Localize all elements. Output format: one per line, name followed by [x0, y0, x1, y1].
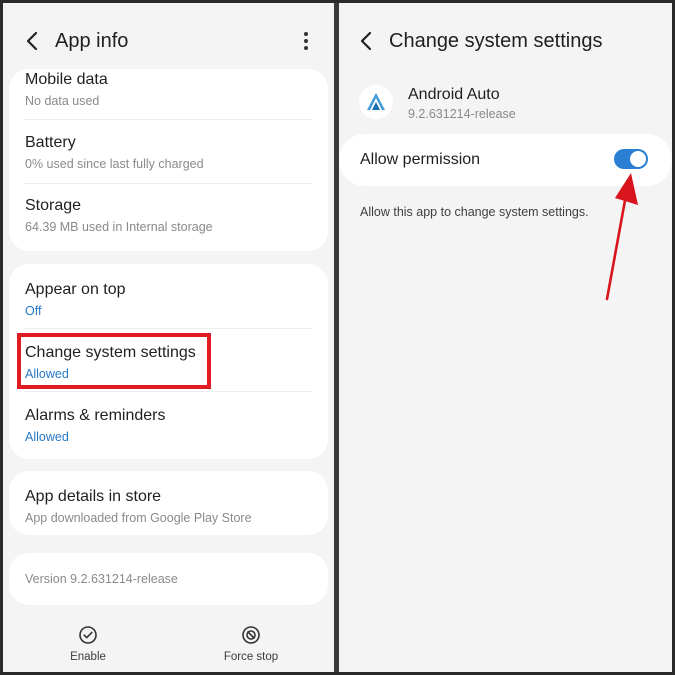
check-circle-icon — [79, 626, 97, 644]
item-subtitle: 0% used since last fully charged — [25, 157, 204, 171]
android-auto-icon — [359, 85, 393, 119]
version-text: Version 9.2.631214-release — [25, 572, 178, 586]
separator — [25, 391, 312, 392]
separator — [25, 183, 312, 184]
item-title: Battery — [25, 134, 76, 151]
force-stop-button[interactable]: Force stop — [196, 625, 306, 663]
list-item-app-details-in-store[interactable]: App details in store App downloaded from… — [25, 487, 312, 526]
item-status: Allowed — [25, 367, 69, 381]
more-vertical-icon — [304, 32, 308, 50]
app-version: 9.2.631214-release — [408, 107, 516, 121]
enable-button[interactable]: Enable — [33, 625, 143, 663]
back-arrow-icon — [26, 31, 38, 51]
list-item-mobile-data[interactable]: Mobile data No data used — [25, 70, 312, 109]
allow-permission-label: Allow permission — [360, 151, 481, 168]
enable-label: Enable — [70, 651, 106, 663]
list-item-storage[interactable]: Storage 64.39 MB used in Internal storag… — [25, 196, 312, 235]
item-title: Mobile data — [25, 71, 108, 88]
force-stop-label: Force stop — [223, 651, 279, 663]
item-title: App details in store — [25, 488, 162, 505]
page-title: Change system settings — [389, 29, 603, 52]
item-title: Storage — [25, 197, 82, 214]
separator — [25, 328, 312, 329]
app-name: Android Auto — [408, 86, 500, 103]
force-stop-icon — [242, 626, 260, 644]
back-arrow-icon — [360, 31, 372, 51]
item-title: Appear on top — [25, 281, 126, 298]
app-summary: Android Auto 9.2.631214-release — [339, 79, 672, 129]
more-options-button[interactable] — [296, 28, 316, 54]
red-arrow-annotation — [605, 173, 638, 301]
allow-permission-toggle[interactable] — [614, 149, 648, 169]
item-status: Off — [25, 304, 42, 318]
permissions-card: Appear on top Off Change system settings… — [9, 264, 328, 459]
change-system-settings-screen: Change system settings Android Auto 9.2.… — [339, 3, 672, 672]
permission-description: Allow this app to change system settings… — [360, 205, 589, 219]
panel-divider — [334, 0, 339, 675]
settings-header: Change system settings — [339, 21, 672, 61]
version-card: Version 9.2.631214-release — [9, 553, 328, 605]
list-item-appear-on-top[interactable]: Appear on top Off — [25, 280, 312, 319]
usage-card: Mobile data No data used Battery 0% used… — [9, 69, 328, 251]
item-subtitle: 64.39 MB used in Internal storage — [25, 220, 213, 234]
toggle-knob — [630, 151, 646, 167]
separator — [25, 119, 312, 120]
back-button[interactable] — [19, 28, 45, 54]
bottom-action-bar: Enable Force stop — [3, 625, 334, 672]
store-card: App details in store App downloaded from… — [9, 471, 328, 535]
page-title: App info — [55, 29, 129, 52]
list-item-battery[interactable]: Battery 0% used since last fully charged — [25, 133, 312, 172]
item-subtitle: No data used — [25, 94, 100, 108]
item-title: Change system settings — [25, 344, 196, 361]
item-title: Alarms & reminders — [25, 407, 166, 424]
app-info-screen: App info Mobile data No data used Batter… — [3, 3, 334, 672]
item-status: Allowed — [25, 430, 69, 444]
app-info-header: App info — [3, 21, 334, 61]
list-item-alarms-reminders[interactable]: Alarms & reminders Allowed — [25, 406, 312, 445]
back-button[interactable] — [353, 28, 379, 54]
list-item-change-system-settings[interactable]: Change system settings Allowed — [25, 343, 312, 382]
item-subtitle: App downloaded from Google Play Store — [25, 511, 252, 525]
